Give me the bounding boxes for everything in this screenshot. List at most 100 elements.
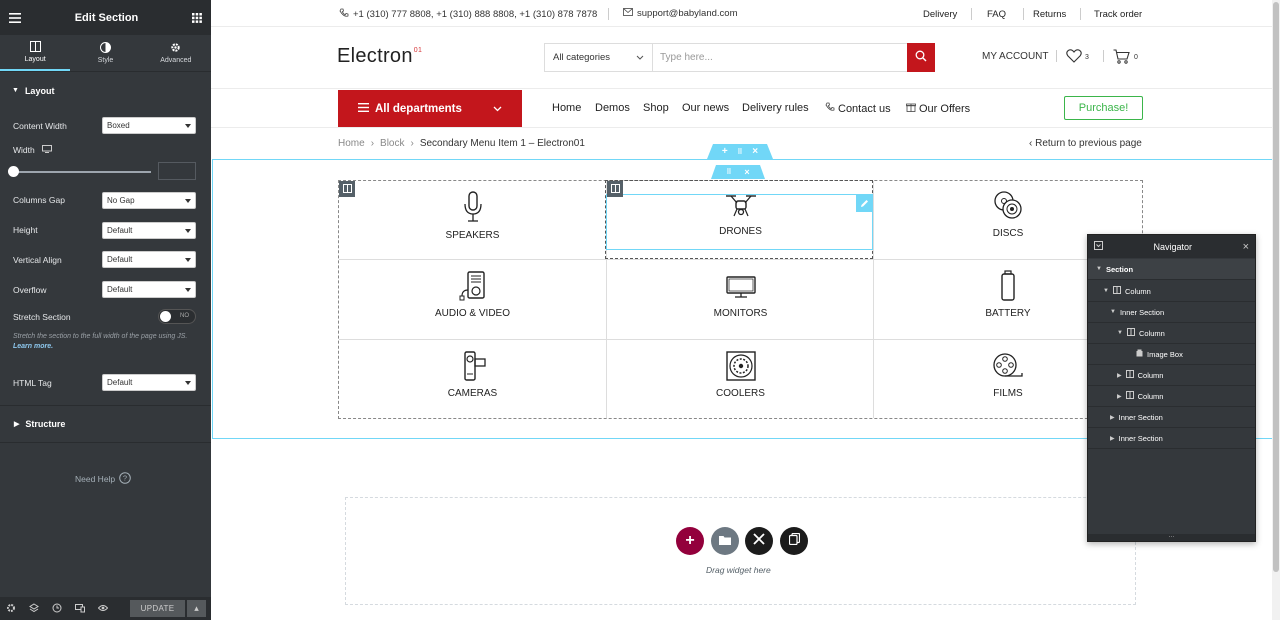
edit-panel: Edit Section Layout Style Advanced ▼ Lay… bbox=[0, 0, 211, 620]
email-address[interactable]: support@babyland.com bbox=[637, 8, 737, 19]
overflow-select[interactable]: Default bbox=[102, 281, 196, 298]
width-input[interactable] bbox=[158, 162, 196, 180]
structure-section-toggle[interactable]: ▶ Structure bbox=[0, 405, 211, 443]
height-select[interactable]: Default bbox=[102, 222, 196, 239]
drag-grip-icon[interactable]: ⠿ bbox=[726, 168, 731, 176]
nav-contact-us[interactable]: Contact us bbox=[825, 102, 891, 115]
site-logo[interactable]: Electron01 bbox=[337, 45, 422, 68]
my-account-link[interactable]: MY ACCOUNT bbox=[982, 51, 1049, 62]
navigator-item-inner-section[interactable]: ▶ Inner Section bbox=[1088, 428, 1255, 449]
layout-section-toggle[interactable]: ▼ Layout bbox=[0, 71, 211, 109]
category-speakers[interactable]: SPEAKERS bbox=[339, 190, 606, 241]
search-input[interactable]: Type here... bbox=[652, 43, 908, 72]
link-returns[interactable]: Returns bbox=[1033, 9, 1066, 20]
add-template-button[interactable] bbox=[711, 527, 739, 555]
column-layout-icon bbox=[610, 180, 620, 198]
cart-button[interactable]: 0 bbox=[1113, 49, 1138, 66]
nav-demos[interactable]: Demos bbox=[595, 102, 630, 114]
navigator-item-column[interactable]: ▼ Column bbox=[1088, 323, 1255, 344]
category-label: SPEAKERS bbox=[445, 230, 500, 241]
width-slider-track[interactable] bbox=[13, 171, 151, 173]
drag-grip-icon[interactable]: ⠿ bbox=[737, 148, 742, 156]
collapse-navigator-icon[interactable] bbox=[1094, 241, 1103, 252]
widgets-grid-icon[interactable] bbox=[192, 12, 202, 23]
paste-button[interactable] bbox=[780, 527, 808, 555]
navigator-item-inner-section[interactable]: ▼ Inner Section bbox=[1088, 302, 1255, 323]
column-icon bbox=[1125, 391, 1134, 401]
category-select[interactable]: All categories bbox=[544, 43, 652, 72]
preview-eye-icon[interactable] bbox=[97, 600, 109, 618]
width-slider-handle[interactable] bbox=[8, 166, 19, 177]
category-discs[interactable]: DISCS bbox=[874, 190, 1142, 239]
navigator-item-section[interactable]: ▼ Section bbox=[1088, 259, 1255, 280]
close-icon[interactable]: × bbox=[752, 146, 758, 157]
link-track-order[interactable]: Track order bbox=[1094, 9, 1142, 20]
gear-icon bbox=[170, 42, 181, 55]
settings-gear-icon[interactable] bbox=[6, 600, 16, 618]
canvas-scrollbar[interactable] bbox=[1272, 0, 1280, 620]
wishlist-button[interactable]: 3 bbox=[1066, 49, 1089, 65]
x-logo-button[interactable] bbox=[745, 527, 773, 555]
navigator-item-column[interactable]: ▼ Column bbox=[1088, 281, 1255, 302]
stretch-section-toggle[interactable]: NO bbox=[158, 309, 196, 324]
caret-right-icon: ▶ bbox=[1110, 435, 1115, 442]
section-handle[interactable]: + ⠿ × bbox=[707, 144, 773, 159]
navigator-item-column[interactable]: ▶ Column bbox=[1088, 365, 1255, 386]
category-cameras[interactable]: CAMERAS bbox=[339, 350, 606, 399]
tab-style-label: Style bbox=[97, 57, 114, 64]
tab-layout[interactable]: Layout bbox=[0, 35, 71, 71]
html-tag-select[interactable]: Default bbox=[102, 374, 196, 391]
add-section-icon[interactable]: + bbox=[722, 146, 728, 157]
vertical-align-select[interactable]: Default bbox=[102, 251, 196, 268]
vertical-align-value: Default bbox=[107, 255, 133, 264]
nav-delivery-rules[interactable]: Delivery rules bbox=[742, 102, 809, 114]
navigator-resize-grip[interactable]: ... bbox=[1088, 532, 1255, 541]
navigator-item-inner-section[interactable]: ▶ Inner Section bbox=[1088, 407, 1255, 428]
content-width-select[interactable]: Boxed bbox=[102, 117, 196, 134]
columns-gap-select[interactable]: No Gap bbox=[102, 192, 196, 209]
layers-icon[interactable] bbox=[29, 600, 39, 618]
update-options-caret-icon[interactable]: ▴ bbox=[187, 600, 206, 617]
link-faq[interactable]: FAQ bbox=[987, 9, 1006, 20]
tab-style[interactable]: Style bbox=[70, 35, 140, 71]
hamburger-menu-icon[interactable] bbox=[9, 12, 21, 23]
category-audio-video[interactable]: AUDIO & VIDEO bbox=[339, 270, 606, 319]
selected-widget-outline[interactable] bbox=[606, 194, 873, 250]
close-icon[interactable]: × bbox=[744, 167, 749, 177]
navigator-item-image-box[interactable]: Image Box bbox=[1088, 344, 1255, 365]
all-departments-button[interactable]: All departments bbox=[338, 90, 522, 127]
width-label: Width bbox=[13, 145, 35, 155]
learn-more-link[interactable]: Learn more. bbox=[13, 343, 53, 350]
search-button[interactable] bbox=[907, 43, 935, 72]
link-delivery[interactable]: Delivery bbox=[923, 9, 957, 20]
nav-our-news[interactable]: Our news bbox=[682, 102, 729, 114]
desktop-device-icon[interactable] bbox=[41, 145, 52, 155]
breadcrumb-home[interactable]: Home bbox=[338, 138, 365, 149]
navigator-item-column[interactable]: ▶ Column bbox=[1088, 386, 1255, 407]
breadcrumb-block[interactable]: Block bbox=[380, 138, 404, 149]
update-button[interactable]: UPDATE bbox=[130, 600, 185, 617]
close-icon[interactable]: × bbox=[1243, 241, 1249, 253]
category-coolers[interactable]: COOLERS bbox=[607, 350, 874, 399]
column-handle[interactable] bbox=[607, 181, 623, 197]
scrollbar-thumb[interactable] bbox=[1273, 2, 1279, 572]
category-monitors[interactable]: MONITORS bbox=[607, 270, 874, 319]
nav-home[interactable]: Home bbox=[552, 102, 581, 114]
column-handle[interactable] bbox=[339, 181, 355, 197]
add-new-section-button[interactable]: + bbox=[676, 527, 704, 555]
topbar-email: support@babyland.com bbox=[623, 8, 737, 19]
nav-our-offers[interactable]: Our Offers bbox=[906, 102, 970, 115]
need-help-link[interactable]: Need Help? bbox=[75, 472, 131, 486]
nav-shop[interactable]: Shop bbox=[643, 102, 669, 114]
return-previous-link[interactable]: ‹ Return to previous page bbox=[1029, 138, 1142, 149]
caret-right-icon: ▶ bbox=[1117, 372, 1122, 379]
add-section-drop-area[interactable] bbox=[345, 497, 1136, 605]
navigator-item-label: Column bbox=[1137, 391, 1164, 401]
history-icon[interactable] bbox=[52, 600, 62, 618]
tab-advanced[interactable]: Advanced bbox=[141, 35, 211, 71]
edit-widget-button[interactable] bbox=[856, 195, 873, 212]
inner-section-handle[interactable]: ⠿ × bbox=[711, 165, 765, 179]
navigator-header[interactable]: Navigator × bbox=[1088, 235, 1255, 258]
responsive-mode-icon[interactable] bbox=[75, 600, 85, 618]
purchase-button[interactable]: Purchase! bbox=[1064, 96, 1143, 120]
